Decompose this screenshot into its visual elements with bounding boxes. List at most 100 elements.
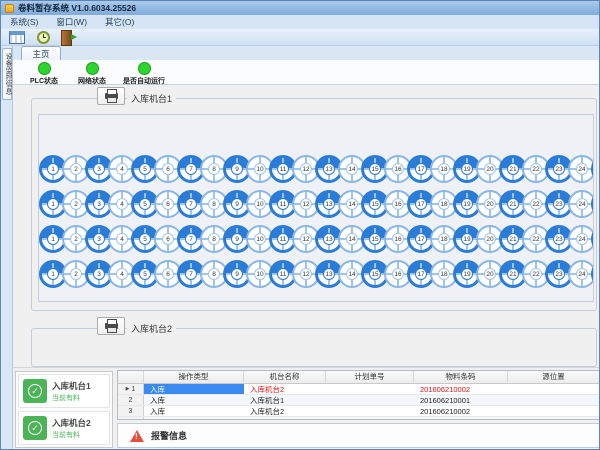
check-icon: ✓ xyxy=(28,384,42,398)
reel-number: 14 xyxy=(346,233,358,245)
column-header-1: 机台名称 xyxy=(244,371,326,383)
card-text: 入库机台2当前有料 xyxy=(52,417,91,440)
card-title: 入库机台2 xyxy=(52,417,91,429)
cell xyxy=(508,406,600,416)
calendar-icon xyxy=(9,31,25,44)
card-status: 当前有料 xyxy=(52,430,91,440)
reel-number: 23 xyxy=(553,198,565,210)
cell xyxy=(508,395,600,405)
menu-bar: 系统(S)窗口(W)其它(O) xyxy=(1,15,600,29)
reel-number: 2 xyxy=(70,268,82,280)
check-icon-box: ✓ xyxy=(23,379,47,403)
row-selector-header xyxy=(118,371,144,383)
cell: 201606210002 xyxy=(414,406,508,416)
table-row[interactable]: 3入库入库机台2201606210002 xyxy=(118,406,600,417)
cell: 201606210001 xyxy=(414,395,508,405)
machine-status-cards: ✓入库机台1当前有料✓入库机台2当前有料 xyxy=(15,371,113,448)
reel-number: 2 xyxy=(70,198,82,210)
exit-door-icon xyxy=(61,30,77,44)
reel-number: 24 xyxy=(576,198,588,210)
reel-number: 10 xyxy=(254,163,266,175)
toolbar xyxy=(1,29,600,46)
reel-number: 9 xyxy=(231,268,243,280)
cell xyxy=(326,395,414,405)
reel-number: 6 xyxy=(162,198,174,210)
card-title: 入库机台1 xyxy=(52,380,91,392)
reel-number: 21 xyxy=(507,198,519,210)
row-selector: 2 xyxy=(118,395,144,405)
table-header-row: 操作类型机台名称计划单号物料条码源位置 xyxy=(118,371,600,384)
machine1-title: 入库机台1 xyxy=(127,92,176,105)
cell xyxy=(326,406,414,416)
calendar-button[interactable] xyxy=(7,30,27,45)
cell: 入库 xyxy=(144,395,244,405)
cell: 入库 xyxy=(144,384,244,394)
reel-number: 17 xyxy=(415,233,427,245)
reel-number: 15 xyxy=(369,233,381,245)
machine1-print-button[interactable] xyxy=(97,87,125,105)
reel-number: 11 xyxy=(277,268,289,280)
check-icon-box: ✓ xyxy=(23,416,47,440)
dock-tab-monitor[interactable]: 设备监控信息 xyxy=(2,48,12,100)
reel-number: 17 xyxy=(415,198,427,210)
machine-card[interactable]: ✓入库机台2当前有料 xyxy=(18,411,110,445)
reel-number: 3 xyxy=(93,233,105,245)
reel-number: 8 xyxy=(208,268,220,280)
reel-number: 12 xyxy=(300,163,312,175)
reel-row: 1234567891011121314151617181920212223242… xyxy=(39,260,593,288)
app-icon xyxy=(5,4,14,13)
reel-number: 13 xyxy=(323,198,335,210)
reel-number: 7 xyxy=(185,163,197,175)
reel-number: 8 xyxy=(208,198,220,210)
reel-number: 9 xyxy=(231,233,243,245)
reel-number: 23 xyxy=(553,268,565,280)
table-body: ▶1入库入库机台22016062100022入库入库机台120160621000… xyxy=(118,384,600,420)
reel-number: 18 xyxy=(438,268,450,280)
menu-item-1[interactable]: 窗口(W) xyxy=(47,15,96,29)
machine-card[interactable]: ✓ 入库机台1当前有料 xyxy=(18,374,110,408)
reel-number: 3 xyxy=(93,198,105,210)
reel-number: 9 xyxy=(231,163,243,175)
reel-number: 18 xyxy=(438,233,450,245)
table-row[interactable]: 4 xyxy=(118,417,600,420)
menu-item-2[interactable]: 其它(O) xyxy=(96,15,143,29)
status-indicator: 是否自动运行 xyxy=(123,62,165,86)
titlebar: 卷料暂存系统 V1.0.6034.25526 xyxy=(1,1,600,15)
reel-number: 18 xyxy=(438,163,450,175)
reel-number: 19 xyxy=(461,163,473,175)
clock-button[interactable] xyxy=(33,30,53,45)
table-row[interactable]: ▶1入库入库机台2201606210002 xyxy=(118,384,600,395)
reel-number: 3 xyxy=(93,163,105,175)
card-text: 入库机台1当前有料 xyxy=(52,380,91,403)
reel-number: 21 xyxy=(507,268,519,280)
reel-number: 1 xyxy=(47,163,59,175)
column-header-0: 操作类型 xyxy=(144,371,244,383)
exit-button[interactable] xyxy=(59,30,79,45)
dock-strip: 设备监控信息 xyxy=(1,46,13,450)
reel-number: 15 xyxy=(369,268,381,280)
reel-number: 4 xyxy=(116,163,128,175)
reel-number: 20 xyxy=(484,268,496,280)
reel-number: 4 xyxy=(116,198,128,210)
reel-number: 11 xyxy=(277,163,289,175)
reel-number: 5 xyxy=(139,163,151,175)
menu-item-0[interactable]: 系统(S) xyxy=(1,15,47,29)
alarm-panel: ! 报警信息 xyxy=(117,423,600,448)
table-row[interactable]: 2入库入库机台1201606210001 xyxy=(118,395,600,406)
status-indicator: PLC状态 xyxy=(27,62,61,86)
clock-icon xyxy=(37,31,50,44)
machine2-title: 入库机台2 xyxy=(127,322,176,335)
reel-number: 4 xyxy=(116,268,128,280)
status-dot-on xyxy=(38,62,51,75)
reel-number: 17 xyxy=(415,163,427,175)
status-indicator: 网络状态 xyxy=(75,62,109,86)
machine2-print-button[interactable] xyxy=(97,317,125,335)
reel-number: 22 xyxy=(530,233,542,245)
row-selector: ▶1 xyxy=(118,384,144,394)
reel-number: 4 xyxy=(116,233,128,245)
reel-number: 21 xyxy=(507,163,519,175)
reel-number: 1 xyxy=(47,198,59,210)
reel-number: 22 xyxy=(530,198,542,210)
tab-home[interactable]: 主页 xyxy=(21,46,61,60)
cell xyxy=(414,417,508,420)
